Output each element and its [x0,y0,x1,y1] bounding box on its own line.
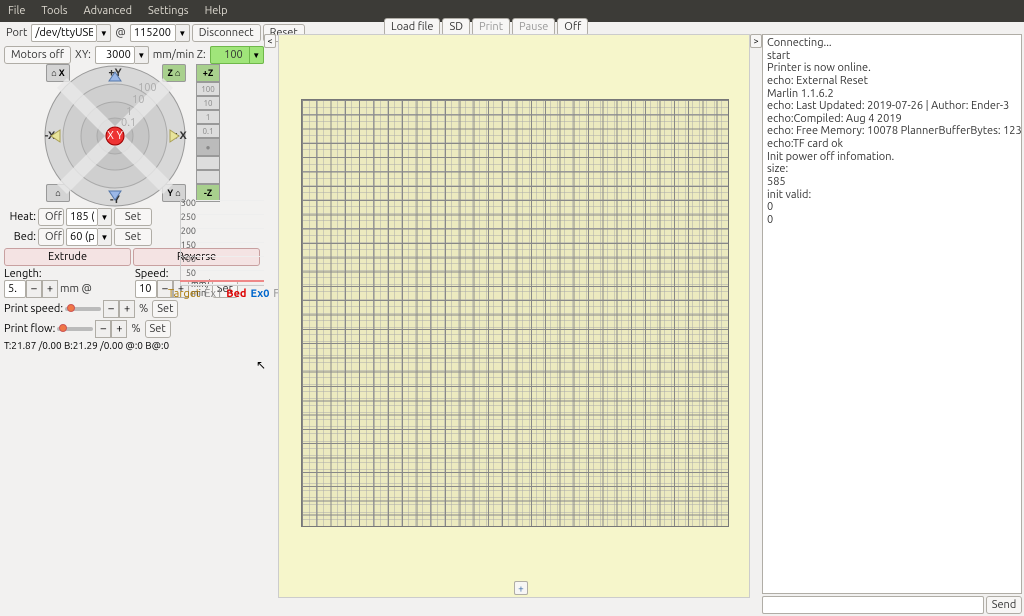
console-line: 0 [767,201,1017,214]
z-step-10[interactable]: 10 [196,96,220,110]
z-center[interactable]: ● [196,138,220,156]
print-speed-slider[interactable] [65,307,101,311]
baud-dropdown-icon[interactable]: ▼ [176,24,190,42]
menu-file[interactable]: File [8,5,25,17]
console-line: start [767,50,1017,63]
bed-temp-input[interactable] [66,228,98,246]
at-label: @ [113,27,127,39]
console-line: init valid: [767,189,1017,202]
console-line: Marlin 1.1.6.2 [767,88,1017,101]
console-line: echo: Last Updated: 2019-07-26 | Author:… [767,100,1017,113]
temp-graph: 300 250 200 150 100 50 Target Ex1 BedEx0… [168,200,264,300]
z-step-1b[interactable] [196,170,220,184]
console-line: Printer is now online. [767,62,1017,75]
port-dropdown-icon[interactable]: ▼ [97,24,111,42]
console-line: echo:Compiled: Aug 4 2019 [767,113,1017,126]
bed-dropdown-icon[interactable]: ▼ [98,228,112,246]
collapse-left-button[interactable]: < [264,34,276,48]
legend-ex0: Ex0 [251,288,270,300]
command-input[interactable] [762,596,984,614]
pf-pct: % [129,323,142,335]
speed-input[interactable] [135,280,157,298]
z-dropdown-icon[interactable]: ▼ [250,46,264,64]
build-plate [301,99,729,527]
ps-minus[interactable]: – [103,300,119,318]
console-output[interactable]: Connecting...startPrinter is now online.… [762,34,1022,594]
port-label: Port [4,27,29,39]
pf-set-button[interactable]: Set [145,320,171,338]
svg-text:100: 100 [138,82,157,94]
legend-target: Target [168,288,200,300]
console-line: Connecting... [767,37,1017,50]
status-line: T:21.87 /0.00 B:21.29 /0.00 @:0 B@:0 [4,340,260,351]
heat-label: Heat: [4,211,36,223]
console-line: 0 [767,214,1017,227]
console-line: echo: External Reset [767,75,1017,88]
menu-settings[interactable]: Settings [148,5,189,17]
z-feed-input[interactable]: 100 [210,46,250,64]
bed-off-button[interactable]: Off [38,228,64,246]
pf-plus[interactable]: + [111,320,127,338]
send-button[interactable]: Send [986,596,1022,614]
console-line: 585 [767,176,1017,189]
print-flow-slider[interactable] [57,327,93,331]
extrude-button[interactable]: Extrude [4,248,131,266]
length-plus[interactable]: + [42,280,58,298]
legend-bed: Bed [226,288,246,300]
z-step-01[interactable]: 0.1 [196,124,220,138]
feed-unit-label: mm/min Z: [151,49,208,61]
print-flow-label: Print flow: [4,323,55,335]
console-line: echo: Free Memory: 10078 PlannerBufferBy… [767,125,1017,138]
xy-label: XY: [73,49,93,61]
print-speed-label: Print speed: [4,303,63,315]
ps-plus[interactable]: + [119,300,135,318]
bed-label: Bed: [4,231,36,243]
ps-set-button[interactable]: Set [152,300,178,318]
menu-tools[interactable]: Tools [41,5,67,17]
gcode-preview[interactable]: + [278,34,750,598]
z-step-01b[interactable] [196,156,220,170]
console-line: size: [767,163,1017,176]
z-jog-column: +Z 100 10 1 0.1 ● -Z [196,64,220,202]
xy-jog-dial[interactable]: X Y +Y -Y -X +X 1001010.1 [40,61,190,211]
bed-set-button[interactable]: Set [114,228,152,246]
console-line: Init power off infomation. [767,151,1017,164]
z-plus-button[interactable]: +Z [196,64,220,82]
ps-pct: % [137,303,150,315]
disconnect-button[interactable]: Disconnect [192,24,261,42]
right-panel: Connecting...startPrinter is now online.… [750,34,1022,614]
legend-ex1: Ex1 [204,288,222,300]
mm-at-label: mm @ [58,283,94,295]
baud-input[interactable] [130,24,176,42]
z-step-1[interactable]: 1 [196,110,220,124]
jog-control: ⌂ X Z ⌂ ⌂ Y ⌂ X Y +Y -Y -X +X [0,66,230,206]
svg-text:10: 10 [132,94,144,106]
console-line: echo:TF card ok [767,138,1017,151]
length-input[interactable] [4,280,26,298]
port-input[interactable] [31,24,97,42]
svg-text:0.1: 0.1 [121,117,136,129]
pf-minus[interactable]: – [95,320,111,338]
z-step-100[interactable]: 100 [196,82,220,96]
length-label: Length: [4,268,129,280]
svg-text:X Y: X Y [107,130,123,142]
menu-advanced[interactable]: Advanced [84,5,132,17]
menu-help[interactable]: Help [205,5,228,17]
length-minus[interactable]: – [26,280,42,298]
cursor-icon: ↖ [256,358,266,372]
zoom-plus-button[interactable]: + [514,581,528,595]
